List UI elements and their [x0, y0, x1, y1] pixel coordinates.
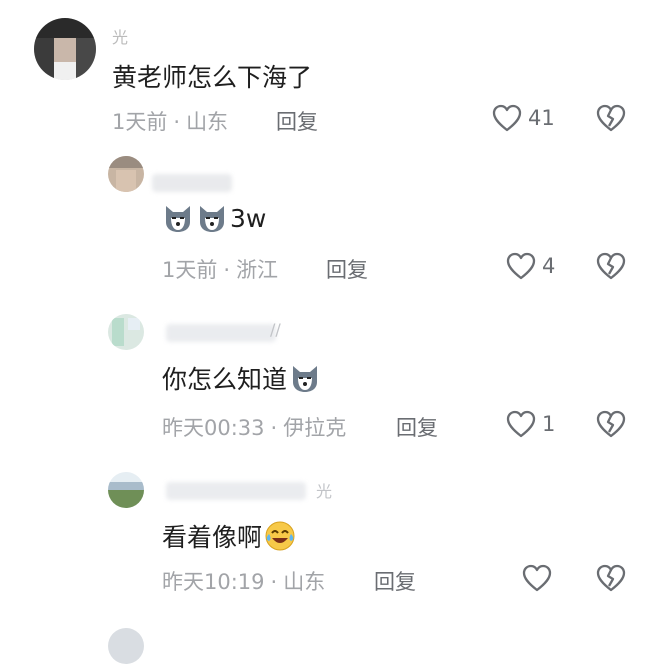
broken-heart-icon	[596, 104, 626, 132]
comment-location: 山东	[283, 570, 326, 594]
comment-text: 你怎么知道	[162, 360, 321, 396]
husky-dog-emoji-icon	[200, 206, 224, 232]
comment-2: 3w 1天前 · 浙江 回复 4	[0, 150, 660, 290]
like-button[interactable]: 41	[492, 104, 555, 132]
husky-dog-emoji-icon	[293, 366, 318, 392]
comment-text: 3w	[162, 202, 266, 234]
separator-dot: ·	[270, 416, 278, 440]
dislike-button[interactable]	[596, 252, 626, 284]
comment-text-content: 3w	[230, 203, 267, 233]
broken-heart-icon	[596, 564, 626, 592]
dislike-button[interactable]	[596, 104, 626, 136]
username-blurred[interactable]	[152, 174, 232, 192]
avatar[interactable]	[108, 472, 144, 508]
username-blurred[interactable]	[166, 482, 306, 500]
avatar[interactable]	[108, 628, 144, 664]
reply-button[interactable]: 回复	[326, 254, 368, 284]
like-button[interactable]: 4	[506, 252, 555, 280]
comment-time: 昨天00:33	[162, 416, 265, 440]
comment-meta: 昨天10:19 · 山东	[162, 566, 325, 596]
separator-dot: ·	[223, 258, 231, 282]
comment-4: 光 看着像啊 昨天10:19 · 山东 回复	[0, 466, 660, 606]
comment-1: 光 黄老师怎么下海了 1天前 · 山东 回复 41	[0, 0, 660, 140]
broken-heart-icon	[596, 252, 626, 280]
like-count: 1	[542, 412, 556, 436]
comment-text: 看着像啊	[162, 518, 296, 554]
comment-text-content: 你怎么知道	[162, 365, 288, 394]
comment-meta: 1天前 · 浙江	[162, 254, 278, 284]
comment-text: 黄老师怎么下海了	[112, 58, 312, 94]
username-fragment[interactable]: 光	[112, 24, 128, 48]
reply-button[interactable]: 回复	[396, 412, 438, 442]
like-button[interactable]: 1	[506, 410, 555, 438]
husky-dog-emoji-icon	[166, 206, 190, 232]
username-blurred[interactable]	[166, 324, 276, 342]
heart-outline-icon	[506, 252, 536, 280]
comment-time: 1天前	[112, 110, 168, 134]
heart-outline-icon	[522, 564, 552, 592]
comment-meta: 昨天00:33 · 伊拉克	[162, 412, 346, 442]
like-button[interactable]	[522, 564, 558, 592]
avatar[interactable]	[108, 314, 144, 350]
reply-button[interactable]: 回复	[276, 106, 318, 136]
comment-time: 昨天10:19	[162, 570, 265, 594]
comment-location: 浙江	[236, 258, 279, 282]
username-fragment[interactable]: 光	[316, 478, 332, 502]
comment-location: 伊拉克	[283, 416, 347, 440]
comment-meta: 1天前 · 山东	[112, 106, 228, 136]
separator-dot: ·	[270, 570, 278, 594]
broken-heart-icon	[596, 410, 626, 438]
heart-outline-icon	[492, 104, 522, 132]
avatar[interactable]	[108, 156, 144, 192]
heart-outline-icon	[506, 410, 536, 438]
comment-3: // 你怎么知道 昨天00:33 · 伊拉克 回复 1	[0, 308, 660, 448]
comment-text-content: 看着像啊	[162, 523, 263, 552]
avatar[interactable]	[34, 18, 96, 80]
reply-button[interactable]: 回复	[374, 566, 416, 596]
username-fragment[interactable]: //	[270, 320, 281, 339]
dislike-button[interactable]	[596, 564, 626, 596]
comment-time: 1天前	[162, 258, 218, 282]
like-count: 41	[528, 106, 555, 130]
comment-location: 山东	[186, 110, 229, 134]
laughing-tears-emoji-icon	[265, 521, 295, 551]
like-count: 4	[542, 254, 556, 278]
dislike-button[interactable]	[596, 410, 626, 442]
separator-dot: ·	[173, 110, 181, 134]
comment-text-content: 黄老师怎么下海了	[112, 63, 313, 92]
